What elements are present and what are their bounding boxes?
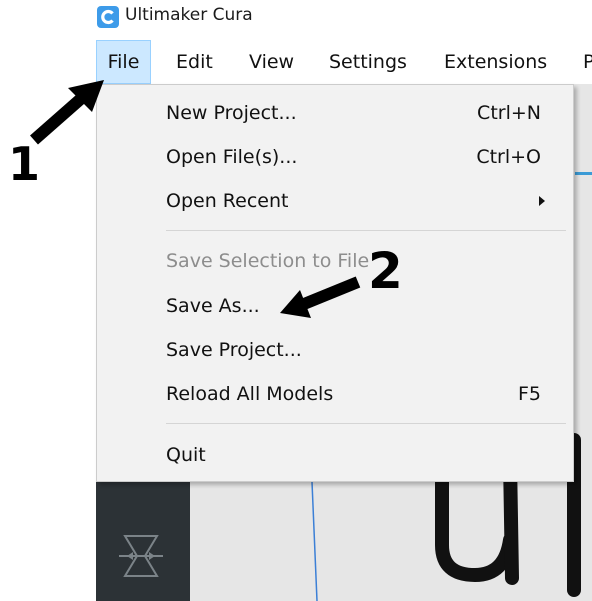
annotation-step-2: 2 (368, 242, 403, 300)
menu-item-label: Open File(s)... (166, 146, 298, 168)
menu-item-shortcut: F5 (517, 383, 541, 405)
menu-separator (166, 423, 566, 424)
menu-item-label: Save Selection to File (166, 250, 370, 272)
menu-item-label: Reload All Models (166, 383, 334, 405)
menu-item-label: Open Recent (166, 190, 289, 212)
file-menu-dropdown: New Project... Ctrl+N Open File(s)... Ct… (96, 84, 574, 482)
menu-separator (166, 230, 566, 231)
menu-item-new-project[interactable]: New Project... Ctrl+N (97, 91, 573, 135)
menu-item-save-selection: Save Selection to File (97, 239, 573, 283)
menu-item-label: Quit (166, 444, 206, 466)
menu-item-shortcut: Ctrl+N (477, 102, 541, 124)
menu-item-save-as[interactable]: Save As... (97, 284, 573, 328)
menu-item-open-files[interactable]: Open File(s)... Ctrl+O (97, 135, 573, 179)
menu-item-save-project[interactable]: Save Project... (97, 328, 573, 372)
mirror-tool-icon[interactable] (115, 532, 167, 580)
annotation-step-1: 1 (8, 137, 41, 191)
menu-item-open-recent[interactable]: Open Recent (97, 179, 573, 223)
menu-item-reload-all-models[interactable]: Reload All Models F5 (97, 372, 573, 416)
submenu-arrow-icon (539, 196, 545, 206)
menu-item-label: Save Project... (166, 339, 302, 361)
menu-item-label: New Project... (166, 102, 297, 124)
menu-item-label: Save As... (166, 295, 260, 317)
menu-item-quit[interactable]: Quit (97, 433, 573, 477)
menu-item-shortcut: Ctrl+O (476, 146, 541, 168)
